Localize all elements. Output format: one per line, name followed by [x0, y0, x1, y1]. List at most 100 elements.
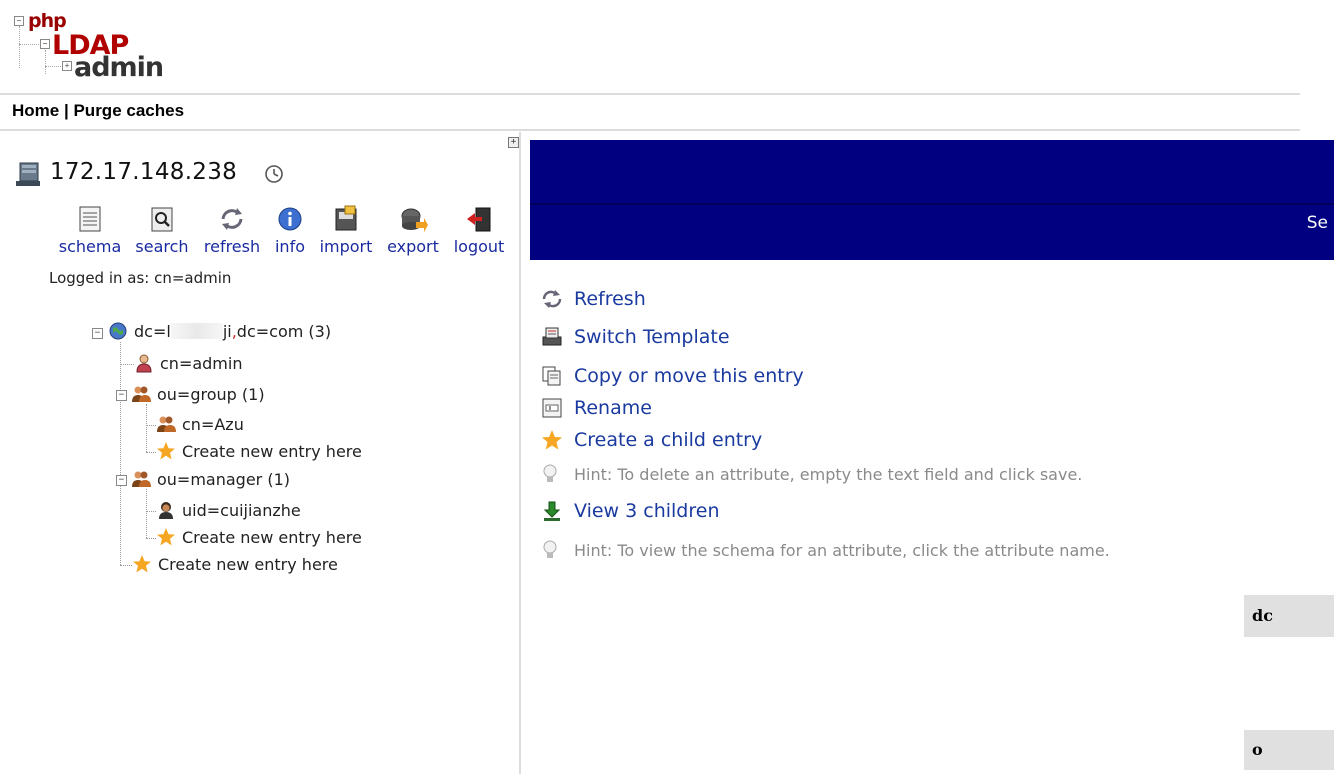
star-icon — [133, 555, 151, 573]
tree-node-azu[interactable]: cn=Azu — [156, 414, 244, 434]
manager-label: ou=manager (1) — [157, 469, 290, 489]
schema-tool[interactable]: schema — [57, 204, 123, 256]
purge-caches-link[interactable]: Purge caches — [73, 101, 184, 120]
globe-icon — [109, 322, 127, 340]
logout-tool[interactable]: logout — [450, 204, 508, 256]
import-tool[interactable]: import — [316, 204, 376, 256]
tree-line — [146, 404, 147, 452]
info-tool[interactable]: info — [271, 204, 309, 256]
search-icon — [151, 207, 173, 232]
top-menu: Home | Purge caches — [12, 101, 184, 121]
tree-line — [146, 538, 156, 539]
export-tool[interactable]: export — [383, 204, 443, 256]
star-icon — [157, 528, 175, 546]
copy-move-action[interactable]: Copy or move this entry — [540, 364, 804, 388]
attribute-dc[interactable]: dc — [1244, 595, 1334, 637]
hint-schema: Hint: To view the schema for an attribut… — [540, 538, 1110, 562]
switch-template-action[interactable]: Switch Template — [540, 325, 730, 349]
star-icon — [157, 442, 175, 460]
group-icon — [157, 416, 176, 432]
export-icon — [401, 208, 428, 232]
tree-node-manager[interactable]: ou=manager (1) — [131, 469, 290, 489]
tree-node-root[interactable]: dc=l ji, dc=com (3) — [108, 321, 331, 341]
tree-collapse-icon[interactable]: − — [92, 328, 103, 339]
tree-line — [146, 425, 156, 426]
group-label: ou=group (1) — [157, 384, 265, 404]
copy-move-label: Copy or move this entry — [574, 365, 804, 387]
lightbulb-icon — [543, 540, 557, 558]
attribute-o-label: o — [1252, 740, 1263, 759]
root-label-rest: dc=com (3) — [236, 321, 332, 341]
group-icon — [132, 471, 151, 487]
logo-tree-line — [19, 26, 20, 68]
entry-subheader-banner: Se — [530, 205, 1334, 260]
server-name: 172.17.148.238 — [50, 159, 238, 185]
azu-label: cn=Azu — [182, 414, 244, 434]
tree-node-uid[interactable]: uid=cuijianzhe — [156, 500, 301, 520]
attribute-dc-label: dc — [1252, 606, 1273, 625]
switch-template-icon — [542, 327, 562, 346]
phpldapadmin-logo: − php − LDAP + admin — [14, 10, 164, 83]
user-icon — [136, 354, 152, 373]
logo-box-minus-icon: − — [40, 39, 50, 49]
create-entry-label: Create new entry here — [158, 554, 338, 574]
refresh-icon — [221, 208, 243, 230]
tree-line — [146, 511, 156, 512]
search-tool[interactable]: search — [131, 204, 193, 256]
create-entry-group[interactable]: Create new entry here — [156, 441, 362, 461]
logout-label: logout — [453, 237, 505, 256]
tree-line — [120, 342, 121, 565]
home-link[interactable]: Home — [12, 101, 59, 120]
create-entry-manager[interactable]: Create new entry here — [156, 527, 362, 547]
rename-label: Rename — [574, 397, 652, 419]
server-icon — [16, 162, 40, 186]
redacted-region — [170, 323, 223, 339]
hint-delete-text: Hint: To delete an attribute, empty the … — [574, 464, 1083, 484]
create-entry-root[interactable]: Create new entry here — [132, 554, 338, 574]
refresh-action[interactable]: Refresh — [540, 287, 646, 311]
hint-schema-text: Hint: To view the schema for an attribut… — [574, 540, 1110, 560]
menu-separator: | — [63, 101, 69, 120]
refresh-action-label: Refresh — [574, 288, 646, 310]
banner-text: Se — [1306, 213, 1328, 233]
refresh-tool[interactable]: refresh — [200, 204, 264, 256]
tree-collapse-icon[interactable]: − — [116, 475, 127, 486]
view-children-action[interactable]: View 3 children — [540, 499, 720, 523]
lightbulb-icon — [543, 464, 557, 482]
attribute-o[interactable]: o — [1244, 730, 1334, 770]
schema-label: schema — [58, 237, 122, 256]
create-entry-label: Create new entry here — [182, 441, 362, 461]
root-label-suffix: ji — [222, 321, 232, 341]
create-child-action[interactable]: Create a child entry — [540, 428, 762, 452]
tree-collapse-icon[interactable]: − — [116, 390, 127, 401]
logged-in-status: Logged in as: cn=admin — [49, 269, 232, 287]
logo-tree-line — [19, 44, 39, 45]
clock-icon[interactable] — [264, 164, 284, 184]
rename-icon — [542, 398, 562, 418]
user-icon — [159, 502, 173, 519]
tree-node-group[interactable]: ou=group (1) — [131, 384, 265, 404]
menu-divider — [0, 129, 1300, 131]
refresh-icon — [542, 290, 562, 308]
logout-icon — [467, 207, 491, 232]
hint-delete: Hint: To delete an attribute, empty the … — [540, 462, 1082, 486]
rename-action[interactable]: Rename — [540, 396, 652, 420]
tree-line — [120, 565, 132, 566]
download-arrow-icon — [543, 501, 561, 521]
tree-line — [146, 489, 147, 538]
tree-node-admin[interactable]: cn=admin — [134, 353, 242, 373]
tree-line — [146, 452, 156, 453]
group-icon — [132, 386, 151, 402]
logo-box-plus-icon: + — [62, 61, 72, 71]
logo-admin: admin — [74, 52, 164, 83]
admin-label: cn=admin — [160, 353, 243, 373]
schema-icon — [79, 206, 101, 232]
import-label: import — [319, 237, 373, 256]
uid-label: uid=cuijianzhe — [182, 500, 301, 520]
star-icon — [542, 430, 562, 450]
logo-php: php — [28, 10, 67, 32]
switch-template-label: Switch Template — [574, 326, 730, 348]
expand-panel-icon[interactable]: + — [508, 137, 519, 148]
tree-line — [120, 364, 134, 365]
export-label: export — [387, 237, 439, 256]
